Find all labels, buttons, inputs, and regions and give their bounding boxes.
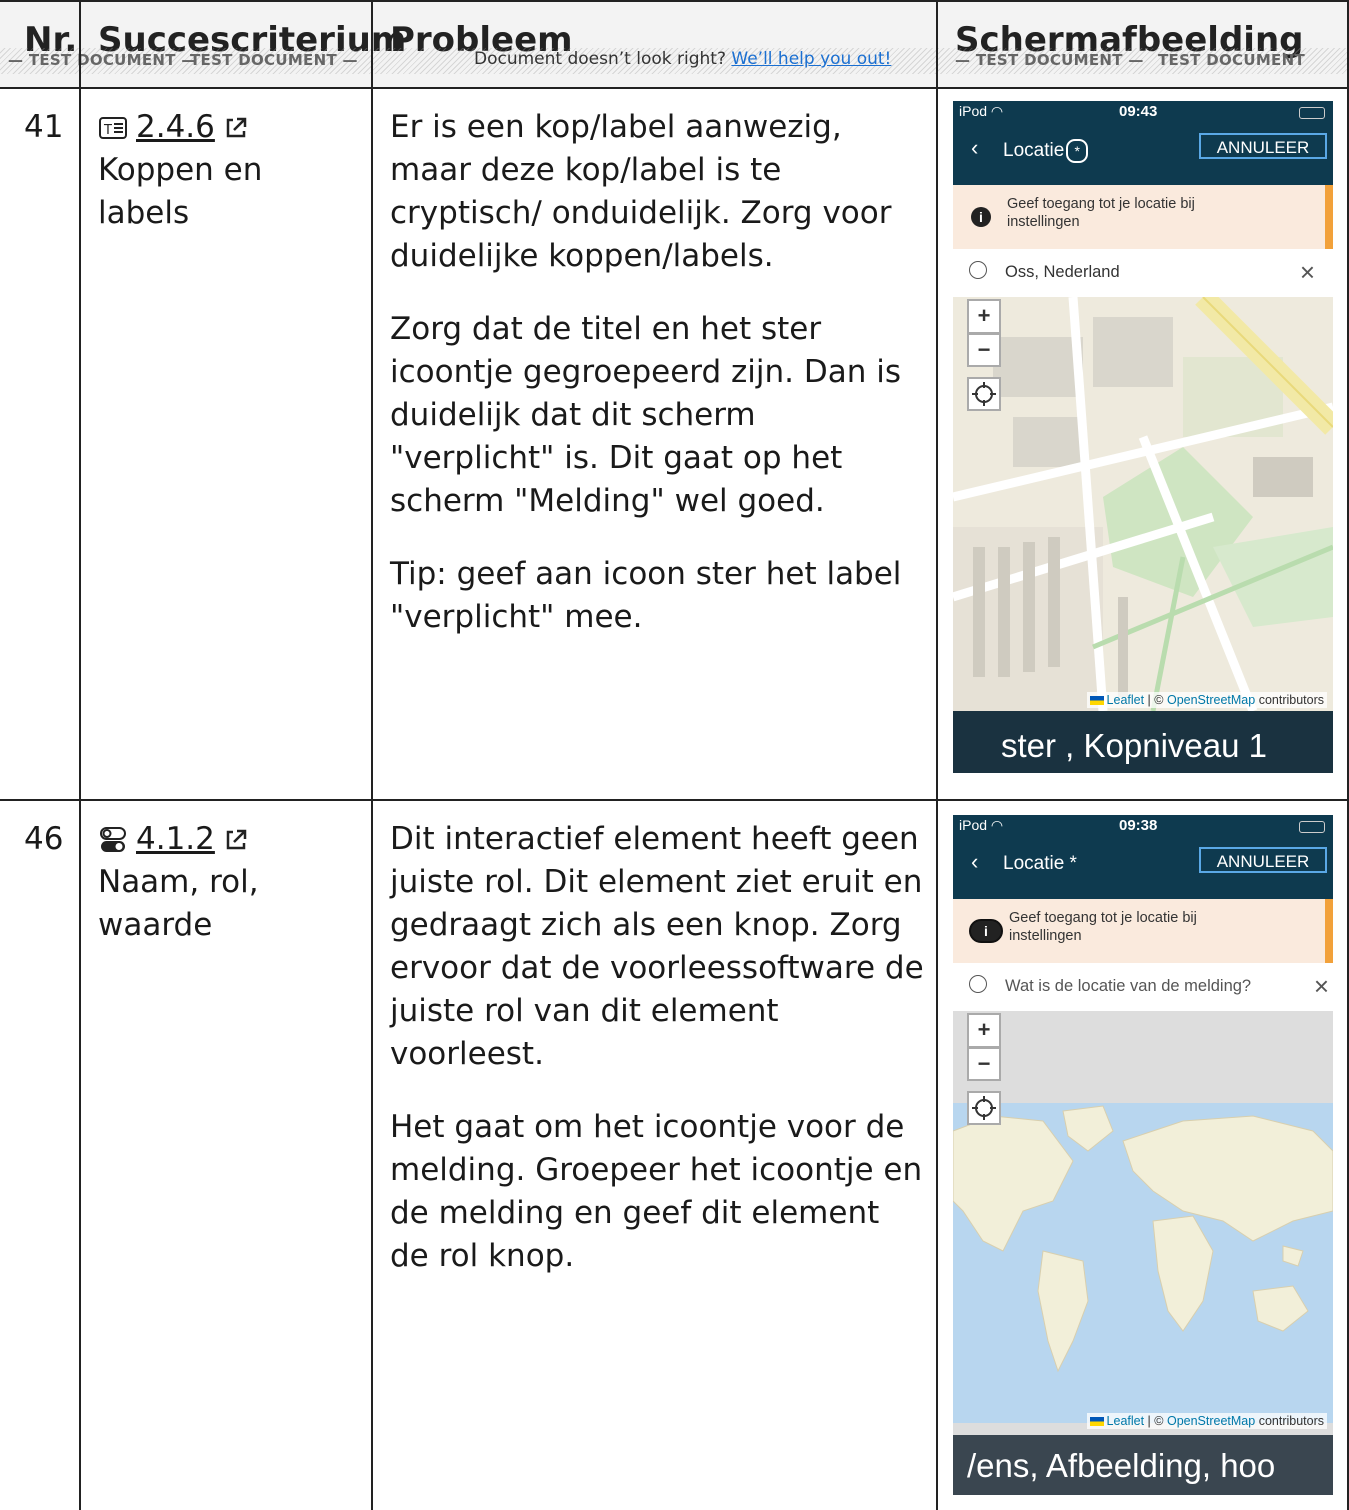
status-time: 09:38 [1119,817,1158,834]
row-divider [0,799,1349,801]
criterion-name: Naam, rol, waarde [98,864,259,943]
cancel-button[interactable]: ANNULEER [1199,847,1327,873]
zoom-in-button[interactable]: + [967,299,1001,333]
wifi-icon: ◠ [990,103,1004,119]
criterion-name: Koppen en labels [98,152,263,231]
problem-cell: Er is een kop/label aanwezig, maar deze … [390,106,920,669]
location-notice[interactable]: i Geef toegang tot je locatie bij instel… [953,899,1333,963]
status-bar: iPod ◠ [959,103,1004,119]
problem-paragraph: Het gaat om het icoontje voor de melding… [390,1109,923,1274]
search-icon [969,261,987,279]
criterion-link[interactable]: 4.1.2 [136,818,215,861]
zoom-out-button[interactable]: − [967,333,1001,367]
criterion-cell: 4.1.2 Naam, rol, waarde [98,818,363,947]
search-icon [969,975,987,993]
status-bar: iPod ◠ [959,817,1004,833]
ukraine-flag-icon [1089,696,1104,706]
crosshair-icon [972,382,996,406]
external-link-icon[interactable] [223,115,249,141]
screenshot-locatie-oss: iPod ◠ 09:43 ‹ Locatie * ANNULEER i Geef … [953,101,1333,773]
search-placeholder: Wat is de locatie van de melding? [1005,977,1252,995]
osm-link[interactable]: OpenStreetMap [1167,1414,1255,1428]
map-attribution: Leaflet | © OpenStreetMap contributors [1086,692,1327,708]
screen-title: Locatie * [1003,853,1077,874]
osm-link[interactable]: OpenStreetMap [1167,693,1255,707]
map-attribution: Leaflet | © OpenStreetMap contributors [1086,1413,1327,1429]
watermark-text: TEST DOCUMENT — [190,51,358,69]
problem-paragraph: Zorg dat de titel en het ster icoontje g… [390,311,902,519]
svg-text:T: T [103,123,112,138]
banner-message: Document doesn’t look right? We’ll help … [474,49,892,69]
leaflet-link[interactable]: Leaflet [1107,1414,1145,1428]
external-link-icon[interactable] [223,827,249,853]
notice-text: Geef toegang tot je locatie bij instelli… [1007,196,1195,230]
app-header: iPod ◠ 09:43 ‹ Locatie * ANNULEER [953,101,1333,185]
street-map-tiles [953,289,1333,713]
locate-button[interactable] [967,377,1001,411]
problem-paragraph: Tip: geef aan icoon ster het label "verp… [390,556,902,635]
world-map-tiles [953,1011,1333,1435]
watermark-text: TEST DOCUMENT [1158,51,1305,69]
location-notice[interactable]: i Geef toegang tot je locatie bij instel… [953,185,1333,249]
toggle-switch-icon [100,826,126,852]
table-border-top [0,0,1349,2]
column-divider [371,0,373,1510]
search-field[interactable]: Wat is de locatie van de melding? × [953,963,1333,1012]
clear-icon[interactable]: × [1314,971,1329,1002]
status-time: 09:43 [1119,103,1158,120]
problem-cell: Dit interactief element heeft geen juist… [390,818,925,1308]
clear-icon[interactable]: × [1300,257,1315,288]
heading-text-icon: T [99,116,127,139]
row-nr: 41 [24,109,64,145]
zoom-out-button[interactable]: − [967,1047,1001,1081]
world-map[interactable]: + − Leaflet | © OpenStreetMap contributo… [953,1011,1333,1435]
required-star-icon: * [1066,139,1089,163]
header-divider [0,87,1349,89]
row-nr: 46 [24,821,64,857]
ukraine-flag-icon [1089,1417,1104,1427]
battery-icon [1299,821,1325,833]
info-icon: i [971,207,991,227]
back-chevron-icon[interactable]: ‹ [971,849,978,875]
search-value: Oss, Nederland [1005,263,1120,281]
notice-text: Geef toegang tot je locatie bij instelli… [1009,910,1197,944]
problem-paragraph: Dit interactief element heeft geen juist… [390,821,924,1072]
screenshot-locatie-world: iPod ◠ 09:38 ‹ Locatie * ANNULEER i Geef… [953,815,1333,1495]
column-divider [79,0,81,1510]
search-field[interactable]: Oss, Nederland × [953,249,1333,298]
voiceover-caption: ster , Kopniveau 1 [953,711,1333,773]
column-divider [936,0,938,1510]
criterion-cell: T 2.4.6 Koppen en labels [98,106,363,235]
leaflet-link[interactable]: Leaflet [1107,693,1145,707]
cancel-button[interactable]: ANNULEER [1199,133,1327,159]
voiceover-caption: /ens, Afbeelding, hoo [953,1435,1333,1495]
help-link[interactable]: We’ll help you out! [731,49,891,69]
street-map[interactable]: + − Leaflet | © OpenStreetMap contributo… [953,289,1333,713]
wifi-icon: ◠ [990,817,1004,833]
back-chevron-icon[interactable]: ‹ [971,135,978,161]
problem-paragraph: Er is een kop/label aanwezig, maar deze … [390,109,892,274]
battery-icon [1299,107,1325,119]
test-document-banner: — TEST DOCUMENT — TEST DOCUMENT — Docume… [0,48,1349,74]
locate-button[interactable] [967,1091,1001,1125]
crosshair-icon [972,1096,996,1120]
watermark-text: — TEST DOCUMENT — [955,51,1144,69]
app-header: iPod ◠ 09:38 ‹ Locatie * ANNULEER [953,815,1333,899]
info-icon[interactable]: i [969,919,1003,943]
watermark-text: — TEST DOCUMENT — [8,51,197,69]
issues-table: Nr. Succescriterium Probleem Schermafbee… [0,0,1349,1510]
zoom-in-button[interactable]: + [967,1013,1001,1047]
criterion-link[interactable]: 2.4.6 [136,106,215,149]
screen-title: Locatie * [1003,139,1089,163]
